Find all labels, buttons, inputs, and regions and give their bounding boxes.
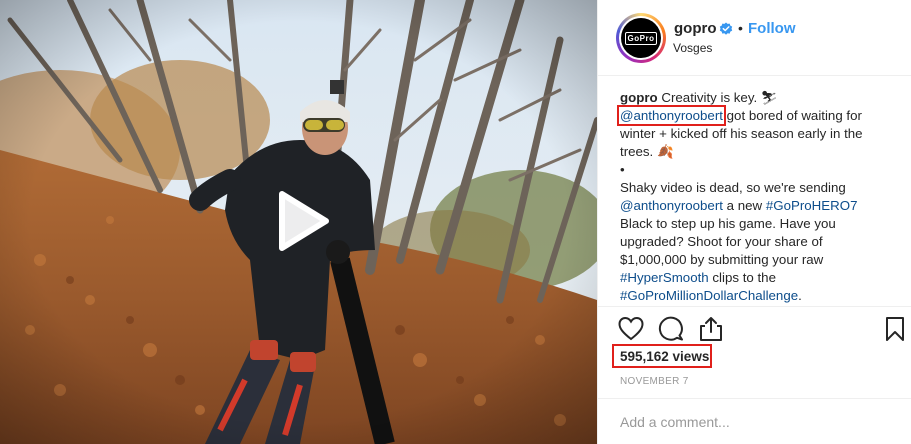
follow-button[interactable]: Follow: [748, 20, 796, 37]
caption-line: trees. 🍂: [620, 143, 894, 161]
avatar-border: GoPro: [619, 16, 663, 60]
caption-line: #GoProMillionDollarChallenge.: [620, 287, 894, 305]
hashtag-link[interactable]: #GoProMillionDollarChallenge: [620, 288, 798, 303]
caption-text: clips to the: [712, 270, 776, 285]
caption-line: upgraded? Shoot for your share of: [620, 234, 823, 249]
hashtag-link[interactable]: #HyperSmooth: [620, 270, 709, 285]
caption-text: a new: [726, 198, 763, 213]
instagram-post-view: GoPro gopro • Follow Vosges gopro Creati…: [0, 0, 911, 444]
caption-line: Shaky video is dead, so we're sending: [620, 180, 846, 195]
header-separator: •: [738, 20, 743, 36]
comment-input[interactable]: [620, 412, 890, 432]
verified-badge-icon: [719, 22, 733, 35]
hashtag-link[interactable]: #GoProHERO7: [766, 198, 858, 213]
post-date: NOVEMBER 7: [620, 376, 689, 387]
actions-divider: [598, 306, 911, 307]
fallen-leaf-emoji-icon: 🍂: [656, 144, 674, 159]
caption-line: #HyperSmooth clips to the: [620, 269, 894, 287]
heart-icon[interactable]: [618, 316, 644, 342]
post-header: GoPro gopro • Follow Vosges: [598, 0, 911, 76]
caption-text: .: [798, 288, 802, 303]
mention-link[interactable]: @anthonyroobert: [620, 198, 723, 213]
caption-line: winter + kicked off his season early in …: [620, 126, 863, 141]
skier-emoji-icon: ⛷: [760, 90, 778, 105]
caption-line: Black to step up his game. Have you: [620, 216, 836, 231]
caption-line: gopro Creativity is key. ⛷: [620, 89, 894, 107]
caption-author[interactable]: gopro: [620, 90, 658, 105]
caption-line: •: [620, 162, 625, 177]
caption-text: trees.: [620, 144, 654, 159]
comment-icon[interactable]: [658, 316, 684, 342]
share-icon[interactable]: [698, 316, 724, 342]
comment-divider: [598, 398, 911, 399]
caption-text: Creativity is key.: [661, 90, 758, 105]
location-link[interactable]: Vosges: [673, 41, 712, 55]
username-link[interactable]: gopro: [674, 20, 717, 37]
caption-line: $1,000,000 by submitting your raw: [620, 252, 824, 267]
avatar-logo: GoPro: [621, 18, 661, 58]
bookmark-icon[interactable]: [882, 316, 908, 342]
caption-text: got bored of waiting for: [726, 108, 862, 123]
post-side-panel: GoPro gopro • Follow Vosges gopro Creati…: [597, 0, 911, 444]
post-caption: gopro Creativity is key. ⛷ @anthonyroobe…: [617, 89, 894, 305]
play-icon[interactable]: [266, 188, 332, 254]
caption-line: @anthonyroobert got bored of waiting for: [617, 105, 894, 126]
mention-link[interactable]: @anthonyroobert: [617, 105, 726, 126]
view-count[interactable]: 595,162 views: [620, 349, 709, 364]
post-video[interactable]: [0, 0, 597, 444]
avatar-logo-text: GoPro: [624, 31, 658, 45]
caption-line: @anthonyroobert a new #GoProHERO7: [620, 197, 894, 215]
avatar[interactable]: GoPro: [616, 13, 666, 63]
